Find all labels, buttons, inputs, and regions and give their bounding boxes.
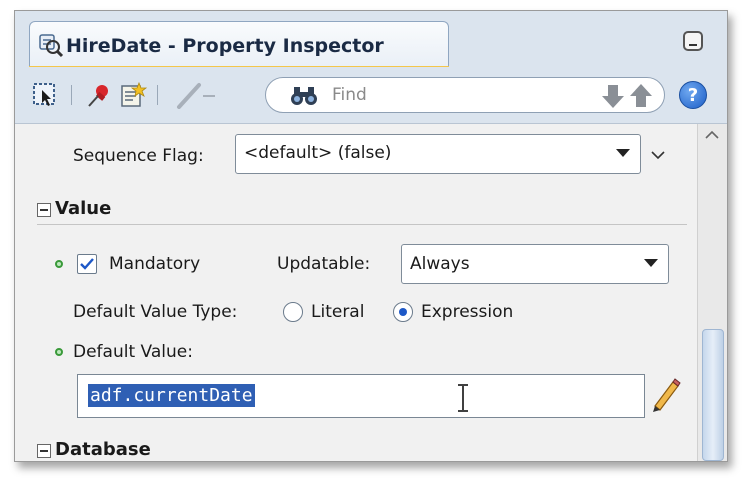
edit-properties-icon[interactable]: [119, 81, 147, 109]
select-component-icon[interactable]: [31, 81, 59, 109]
toolbar: ?: [15, 67, 727, 124]
find-next-arrow-icon[interactable]: [600, 83, 626, 109]
expression-radio[interactable]: [393, 302, 413, 322]
chevron-down-icon: [616, 149, 630, 157]
find-input[interactable]: [332, 83, 562, 107]
property-inspector-window: HireDate - Property Inspector Find ? Seq…: [14, 10, 728, 462]
database-section-title: Database: [55, 439, 151, 460]
literal-radio-label: Literal: [311, 302, 365, 322]
updatable-dropdown[interactable]: Always: [401, 244, 669, 284]
modified-indicator-dot: [55, 260, 63, 268]
checkmark-icon: [80, 258, 94, 270]
expression-radio-label: Expression: [421, 302, 514, 322]
chevron-up-icon[interactable]: [705, 130, 719, 140]
edit-expression-pencil-icon[interactable]: [649, 376, 681, 412]
pin-icon[interactable]: [85, 81, 113, 109]
vertical-scrollbar[interactable]: [697, 124, 727, 461]
help-button[interactable]: ?: [679, 81, 707, 109]
sequence-flag-label: Sequence Flag:: [73, 146, 204, 166]
chevron-down-icon: [644, 259, 658, 267]
literal-radio[interactable]: [283, 302, 303, 322]
mandatory-checkbox[interactable]: [77, 254, 97, 274]
database-section-collapse-toggle[interactable]: [37, 444, 51, 458]
value-section-collapse-toggle[interactable]: [37, 203, 51, 217]
minimize-button[interactable]: [683, 31, 703, 51]
default-value-text: adf.currentDate: [88, 384, 255, 407]
default-value-input[interactable]: adf.currentDate: [77, 374, 645, 418]
sequence-flag-value: <default> (false): [244, 143, 392, 163]
toolbar-separator: [157, 85, 158, 105]
find-field[interactable]: [265, 77, 665, 113]
default-value-label: Default Value:: [73, 342, 193, 362]
window-tab[interactable]: HireDate - Property Inspector: [29, 21, 449, 69]
property-inspector-icon: [39, 34, 64, 58]
section-divider: [37, 224, 687, 225]
mandatory-label: Mandatory: [109, 254, 201, 274]
window-title: HireDate - Property Inspector: [66, 35, 384, 57]
chevron-down-icon[interactable]: [651, 150, 665, 160]
sequence-flag-dropdown[interactable]: <default> (false): [235, 134, 641, 174]
title-bar: HireDate - Property Inspector: [15, 11, 727, 69]
updatable-value: Always: [410, 254, 470, 274]
toolbar-separator: [71, 85, 72, 105]
find-previous-arrow-icon[interactable]: [628, 83, 654, 109]
binoculars-icon: [291, 87, 317, 105]
modified-indicator-dot: [55, 348, 63, 356]
edit-pencil-disabled-icon: [177, 83, 215, 109]
scrollbar-thumb[interactable]: [702, 329, 724, 461]
default-value-type-label: Default Value Type:: [73, 302, 238, 322]
text-cursor-icon: [458, 384, 468, 412]
value-section-title: Value: [55, 198, 112, 219]
updatable-label: Updatable:: [277, 254, 371, 274]
properties-panel: Sequence Flag: <default> (false) Value M…: [15, 124, 727, 461]
